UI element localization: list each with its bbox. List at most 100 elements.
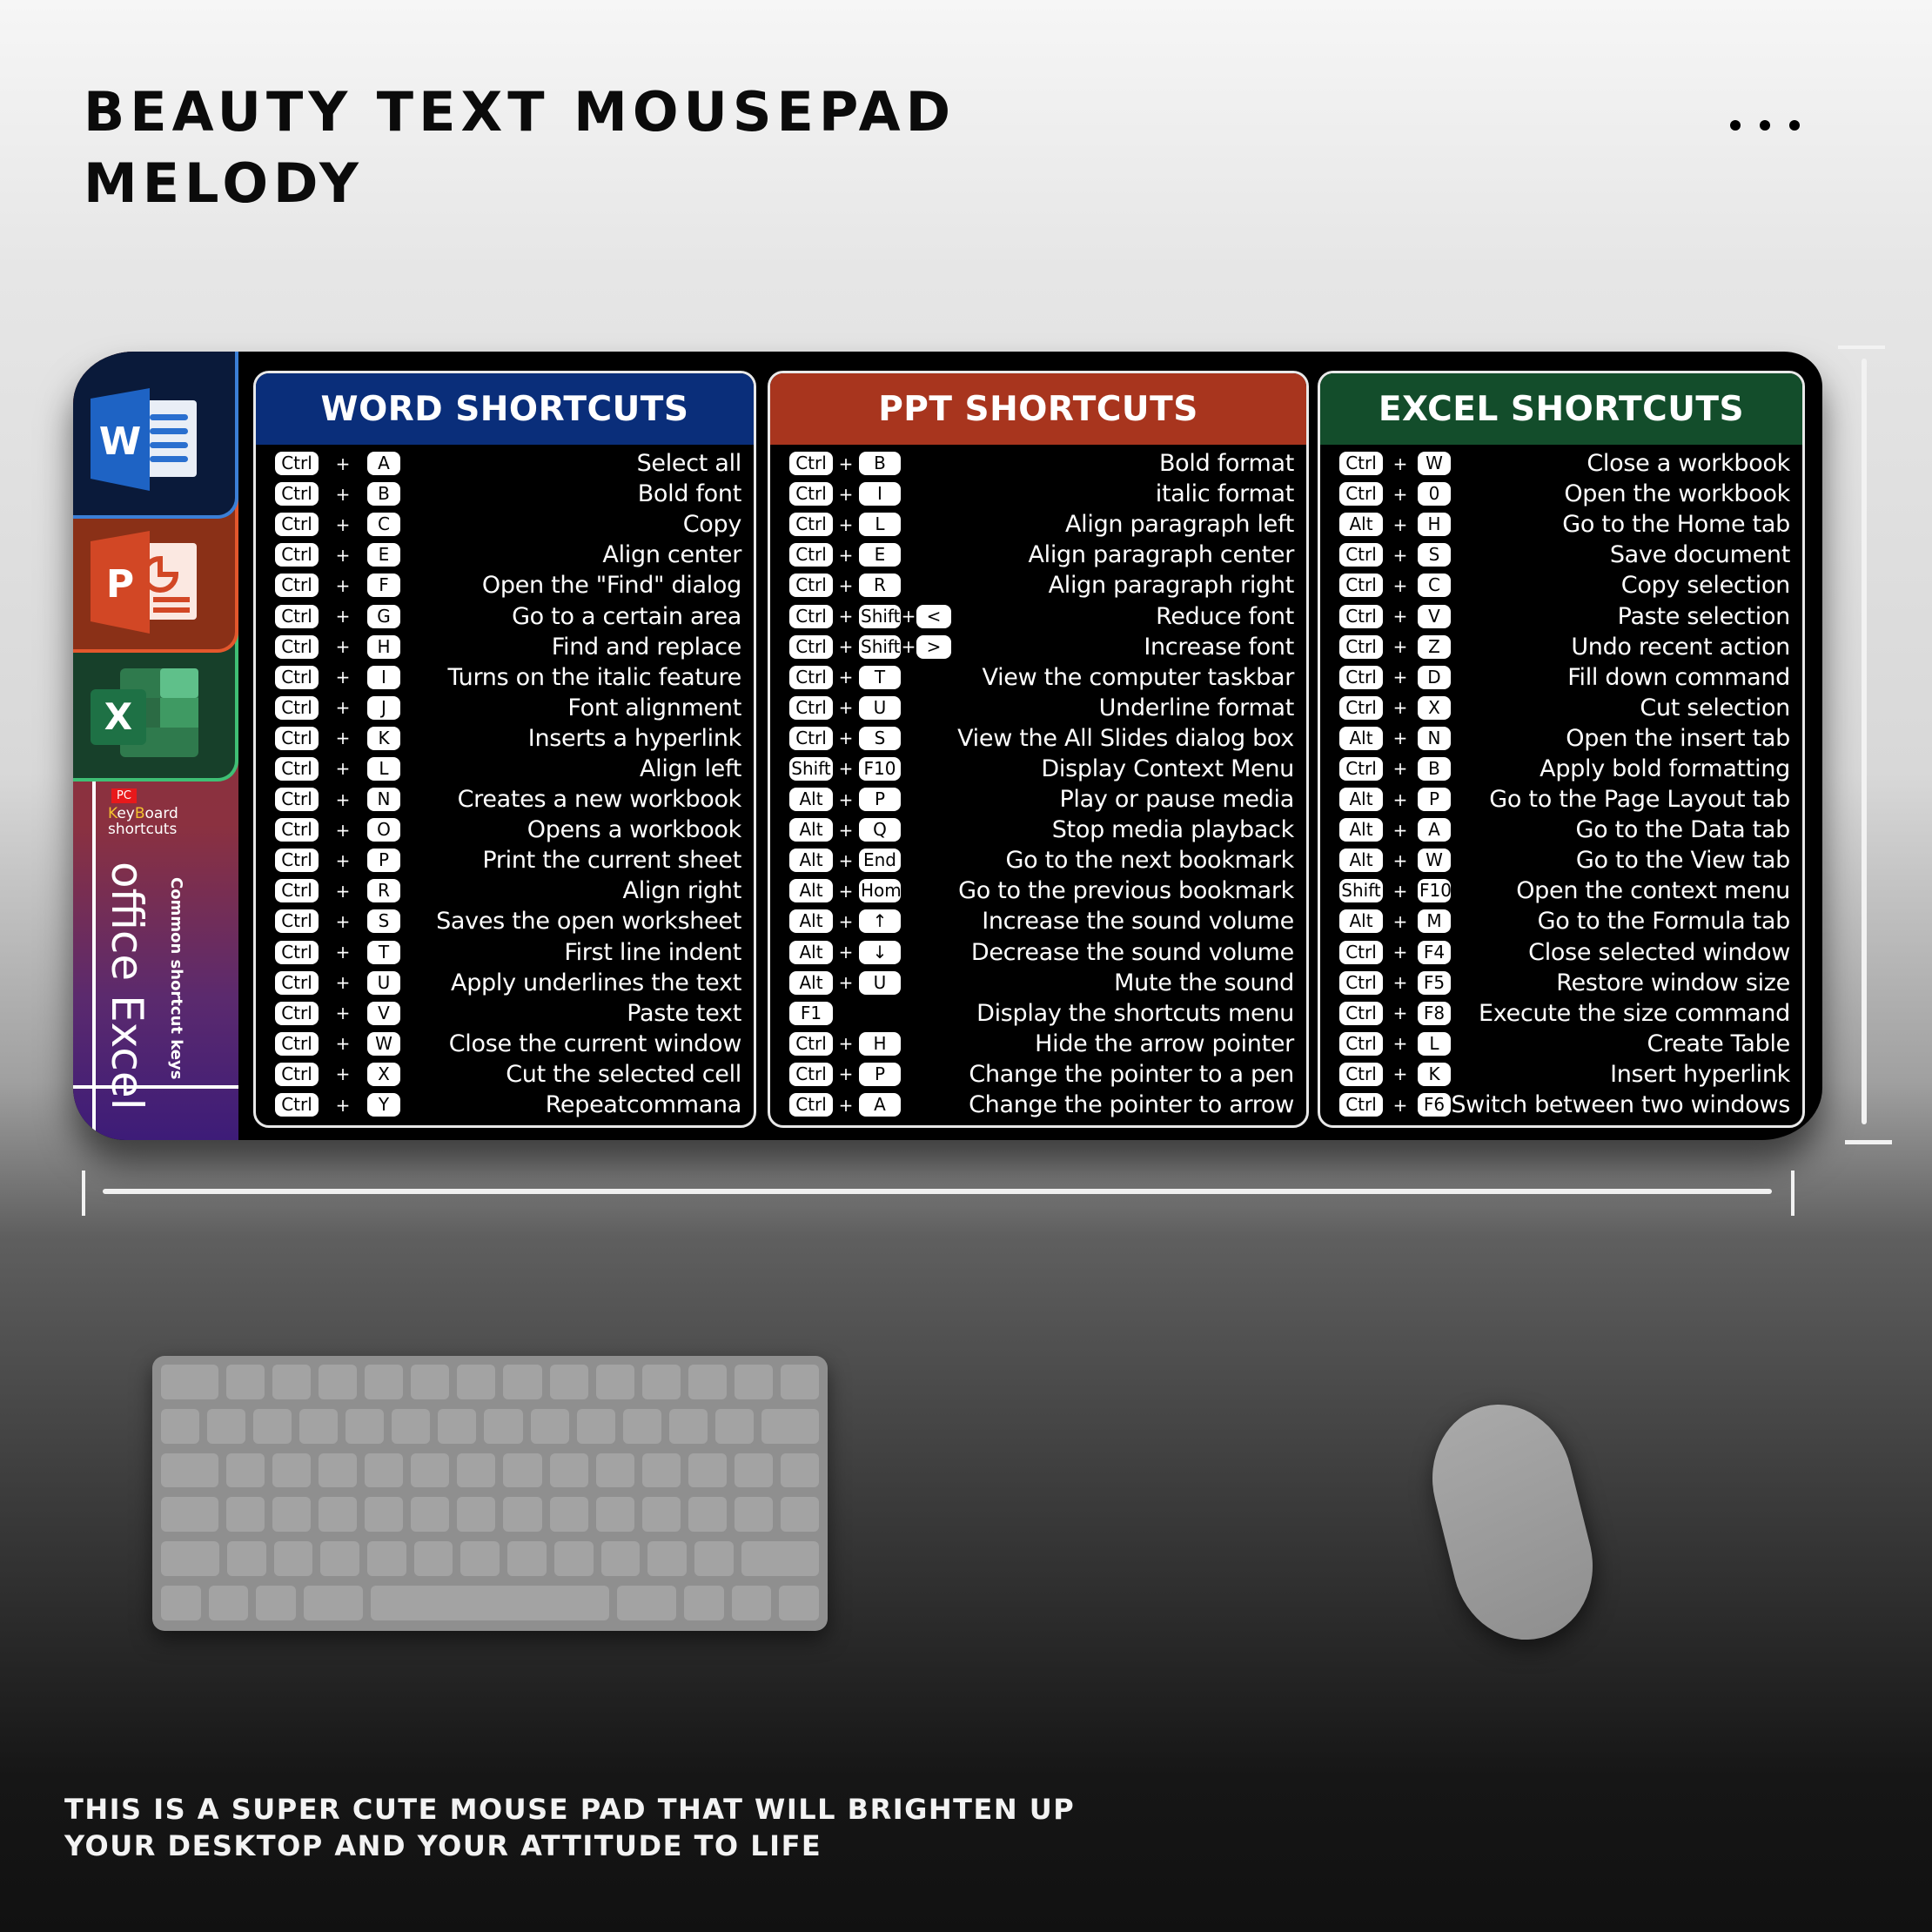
plus-sign: + [1392, 1063, 1408, 1085]
shortcut-row: Ctrl + B Bold font [275, 479, 741, 509]
key-combo: Ctrl + G [275, 604, 400, 628]
keyboard-key [460, 1541, 500, 1579]
shortcut-description: View the All Slides dialog box [957, 724, 1294, 752]
keycap: Y [367, 1093, 400, 1117]
plus-sign: + [838, 453, 854, 474]
keycap: F [367, 574, 400, 598]
shortcut-row: Ctrl + Iitalic format [789, 479, 1294, 509]
keyboard-key [734, 1452, 773, 1490]
key-combo: Alt + N [1339, 726, 1451, 750]
keycap: Alt [1339, 818, 1383, 842]
keycap: Ctrl [1339, 452, 1383, 476]
shortcut-row: Alt + Q Stop media playback [789, 815, 1294, 845]
keyboard-key [600, 1541, 641, 1579]
keycap: P [367, 849, 400, 873]
keyboard-key [530, 1408, 569, 1446]
keycap: V [1418, 604, 1451, 628]
key-combo: Ctrl + J [275, 695, 400, 720]
shortcut-row: Ctrl + G Go to a certain area [275, 600, 741, 631]
keycap: S [859, 726, 901, 750]
keycap: Ctrl [789, 574, 833, 598]
shortcut-row: Ctrl + P Print the current sheet [275, 845, 741, 875]
shortcut-description: italic format [1155, 480, 1295, 508]
keyboard-key [161, 1586, 201, 1622]
plus-sign: + [838, 606, 854, 627]
shortcut-description: Close selected window [1528, 938, 1790, 966]
keyboard-key [161, 1497, 219, 1534]
key-combo: Ctrl + Z [1339, 634, 1451, 659]
plus-sign: + [335, 1033, 351, 1055]
keycap: A [367, 452, 400, 476]
shortcut-row: Ctrl + A Select all [275, 448, 741, 479]
keyboard-key [616, 1586, 677, 1622]
keyboard-key [457, 1365, 496, 1401]
vertical-title: office Excel [102, 862, 152, 1110]
key-combo: Ctrl + D [1339, 665, 1451, 689]
keycap: I [367, 665, 400, 689]
keycap: Ctrl [275, 1001, 319, 1025]
key-combo: Ctrl + F6 [1339, 1093, 1451, 1117]
key-combo: Ctrl + R [789, 574, 901, 598]
keycap: Ctrl [789, 1093, 833, 1117]
shortcut-row: Alt + M Go to the Formula tab [1339, 906, 1790, 936]
shortcut-row: Alt + H Go to the Home tab [1339, 509, 1790, 540]
keycap: D [1418, 665, 1451, 689]
keycap: Z [1418, 634, 1451, 659]
key-combo: Alt + End [789, 849, 901, 873]
shortcut-description: Display the shortcuts menu [976, 999, 1294, 1027]
keycap: S [1418, 543, 1451, 567]
shortcut-row: Ctrl + R Align paragraph right [789, 570, 1294, 600]
plus-sign: + [335, 788, 351, 810]
key-combo: Ctrl + E [275, 543, 400, 567]
key-combo: Ctrl + L [789, 513, 901, 537]
keycap: Q [859, 818, 901, 842]
keycap: Ctrl [275, 513, 319, 537]
shortcut-description: Close the current window [448, 1030, 742, 1057]
plus-sign: + [335, 453, 351, 474]
key-combo: Ctrl + F4 [1339, 940, 1451, 964]
keyboard-key [668, 1408, 708, 1446]
key-combo: Ctrl + U [275, 970, 400, 995]
keycap: End [859, 849, 901, 873]
plus-sign: + [1392, 942, 1408, 963]
sidebar-tab-powerpoint: P [73, 498, 238, 653]
shortcut-row: Alt + U Mute the sound [789, 968, 1294, 998]
keycap: X [367, 1062, 400, 1086]
keycap: Ctrl [1339, 1062, 1383, 1086]
plus-sign: + [838, 728, 854, 749]
keyboard-key [272, 1497, 312, 1534]
width-measure-cap-right [1791, 1171, 1794, 1216]
plus-sign: + [838, 788, 854, 810]
shortcut-row: Ctrl + B Bold format [789, 448, 1294, 479]
keycap: Alt [789, 879, 833, 903]
keyboard-key [226, 1365, 265, 1401]
keycap: Ctrl [789, 726, 833, 750]
keyboard-key [272, 1452, 312, 1490]
key-combo: Ctrl + W [1339, 452, 1451, 476]
shortcut-description: Fill down command [1567, 663, 1790, 691]
key-combo: Ctrl + O [275, 818, 400, 842]
shortcut-description: Undo recent action [1571, 633, 1790, 661]
keyboard-key [503, 1365, 542, 1401]
more-horizontal-icon[interactable] [1730, 120, 1800, 131]
plus-sign: + [1392, 667, 1408, 688]
shortcut-description: Paste selection [1617, 602, 1791, 630]
keycap: Ctrl [275, 695, 319, 720]
keycap: T [367, 940, 400, 964]
shortcut-description: Creates a new workbook [457, 786, 742, 814]
shortcut-description: Align center [602, 541, 741, 569]
width-measure-line [103, 1189, 1772, 1194]
shortcut-row: Alt + A Go to the Data tab [1339, 815, 1790, 845]
shortcut-row: Ctrl + F6 Switch between two windows [1339, 1090, 1790, 1120]
keycap: U [859, 970, 901, 995]
shortcut-row: Ctrl + F4 Close selected window [1339, 937, 1790, 968]
key-combo: Ctrl + C [275, 513, 400, 537]
key-combo: Ctrl + Y [275, 1093, 400, 1117]
shortcut-row: Ctrl + C Copy [275, 509, 741, 540]
keyboard-key [688, 1452, 727, 1490]
plus-sign: + [335, 544, 351, 566]
keycap: Ctrl [275, 849, 319, 873]
keycap: Alt [1339, 726, 1383, 750]
plus-sign: + [335, 606, 351, 627]
keyboard-key [438, 1408, 477, 1446]
